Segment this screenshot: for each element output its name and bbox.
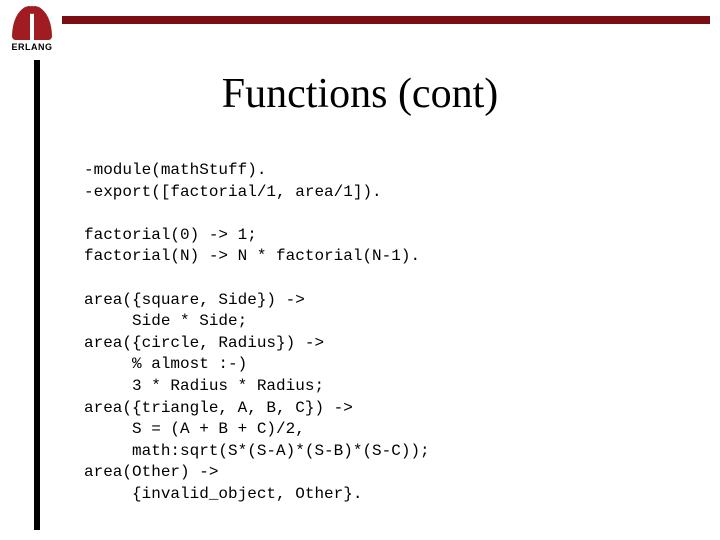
code-line: S = (A + B + C)/2, xyxy=(84,420,305,438)
code-line: area({circle, Radius}) -> xyxy=(84,334,324,352)
code-line: area({triangle, A, B, C}) -> xyxy=(84,399,353,417)
code-line: % almost :-) xyxy=(84,355,247,373)
code-line: factorial(0) -> 1; xyxy=(84,226,257,244)
erlang-logo: ERLANG xyxy=(6,6,58,52)
code-line: -export([factorial/1, area/1]). xyxy=(84,183,382,201)
code-line: Side * Side; xyxy=(84,312,247,330)
code-line: area({square, Side}) -> xyxy=(84,291,305,309)
slide-title: Functions (cont) xyxy=(0,70,720,118)
code-line: 3 * Radius * Radius; xyxy=(84,377,324,395)
code-line: area(Other) -> xyxy=(84,463,218,481)
code-block: -module(mathStuff). -export([factorial/1… xyxy=(84,160,690,506)
header-rule xyxy=(62,16,710,24)
slide: ERLANG Functions (cont) -module(mathStuf… xyxy=(0,0,720,540)
code-line: factorial(N) -> N * factorial(N-1). xyxy=(84,247,420,265)
erlang-logo-icon xyxy=(12,6,52,40)
code-line: math:sqrt(S*(S-A)*(S-B)*(S-C)); xyxy=(84,442,430,460)
erlang-logo-text: ERLANG xyxy=(6,42,58,52)
vertical-rule xyxy=(34,60,40,530)
code-line: -module(mathStuff). xyxy=(84,161,266,179)
code-line: {invalid_object, Other}. xyxy=(84,485,362,503)
